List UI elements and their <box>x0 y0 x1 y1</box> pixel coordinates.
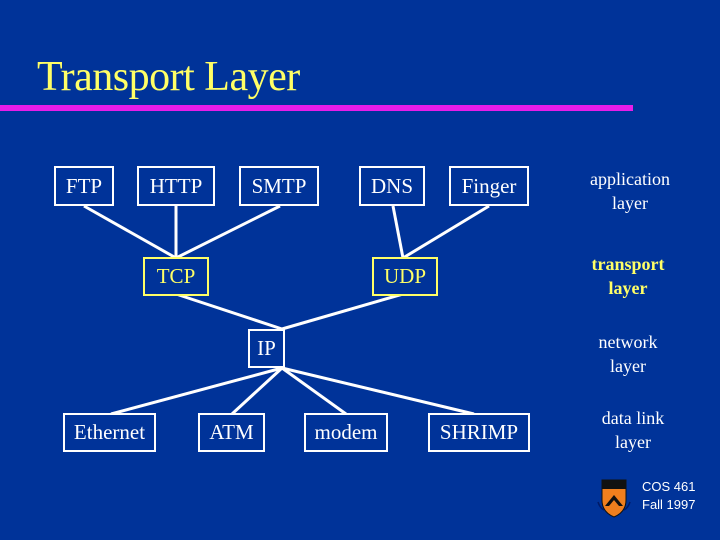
course-info: COS 461 Fall 1997 <box>642 478 695 514</box>
protocol-box-ip: IP <box>248 329 285 368</box>
protocol-label: Ethernet <box>73 420 146 444</box>
protocol-label: SMTP <box>251 173 307 198</box>
protocol-box-modem: modem <box>304 413 388 452</box>
protocol-box-tcp: TCP <box>143 257 209 296</box>
line-ftp-tcp <box>83 204 177 260</box>
line-tcp-ip <box>175 292 283 331</box>
protocol-label: modem <box>314 420 378 444</box>
line-ip-shrimp <box>281 366 475 416</box>
protocol-box-finger: Finger <box>449 166 529 206</box>
protocol-label: ATM <box>209 420 254 444</box>
layer-label-transport: transport layer <box>591 254 665 298</box>
protocol-box-udp: UDP <box>372 257 438 296</box>
course-code: COS 461 <box>642 479 696 494</box>
protocol-box-shrimp: SHRIMP <box>428 413 530 452</box>
line-finger-udp <box>402 204 490 260</box>
protocol-label: HTTP <box>149 173 203 198</box>
protocol-label: UDP <box>383 264 426 288</box>
course-term: Fall 1997 <box>642 497 696 512</box>
university-crest-icon <box>597 479 631 518</box>
layer-label-datalink: data link layer <box>601 408 665 452</box>
protocol-box-ftp: FTP <box>54 166 114 206</box>
line-smtp-tcp <box>175 204 281 260</box>
line-dns-udp <box>391 205 405 259</box>
protocol-label: Finger <box>461 173 517 198</box>
protocol-box-dns: DNS <box>359 166 425 206</box>
protocol-label: IP <box>257 336 276 360</box>
protocol-label: DNS <box>370 173 413 198</box>
protocol-label: SHRIMP <box>439 420 519 444</box>
protocol-box-http: HTTP <box>137 166 215 206</box>
layer-label-network: network layer <box>598 332 658 376</box>
layer-label-application: application layer <box>590 169 670 213</box>
protocol-label: FTP <box>65 173 103 198</box>
line-udp-ip <box>281 292 404 331</box>
protocol-box-atm: ATM <box>198 413 265 452</box>
protocol-box-ethernet: Ethernet <box>63 413 156 452</box>
protocol-label: TCP <box>156 264 196 288</box>
protocol-box-smtp: SMTP <box>239 166 319 206</box>
